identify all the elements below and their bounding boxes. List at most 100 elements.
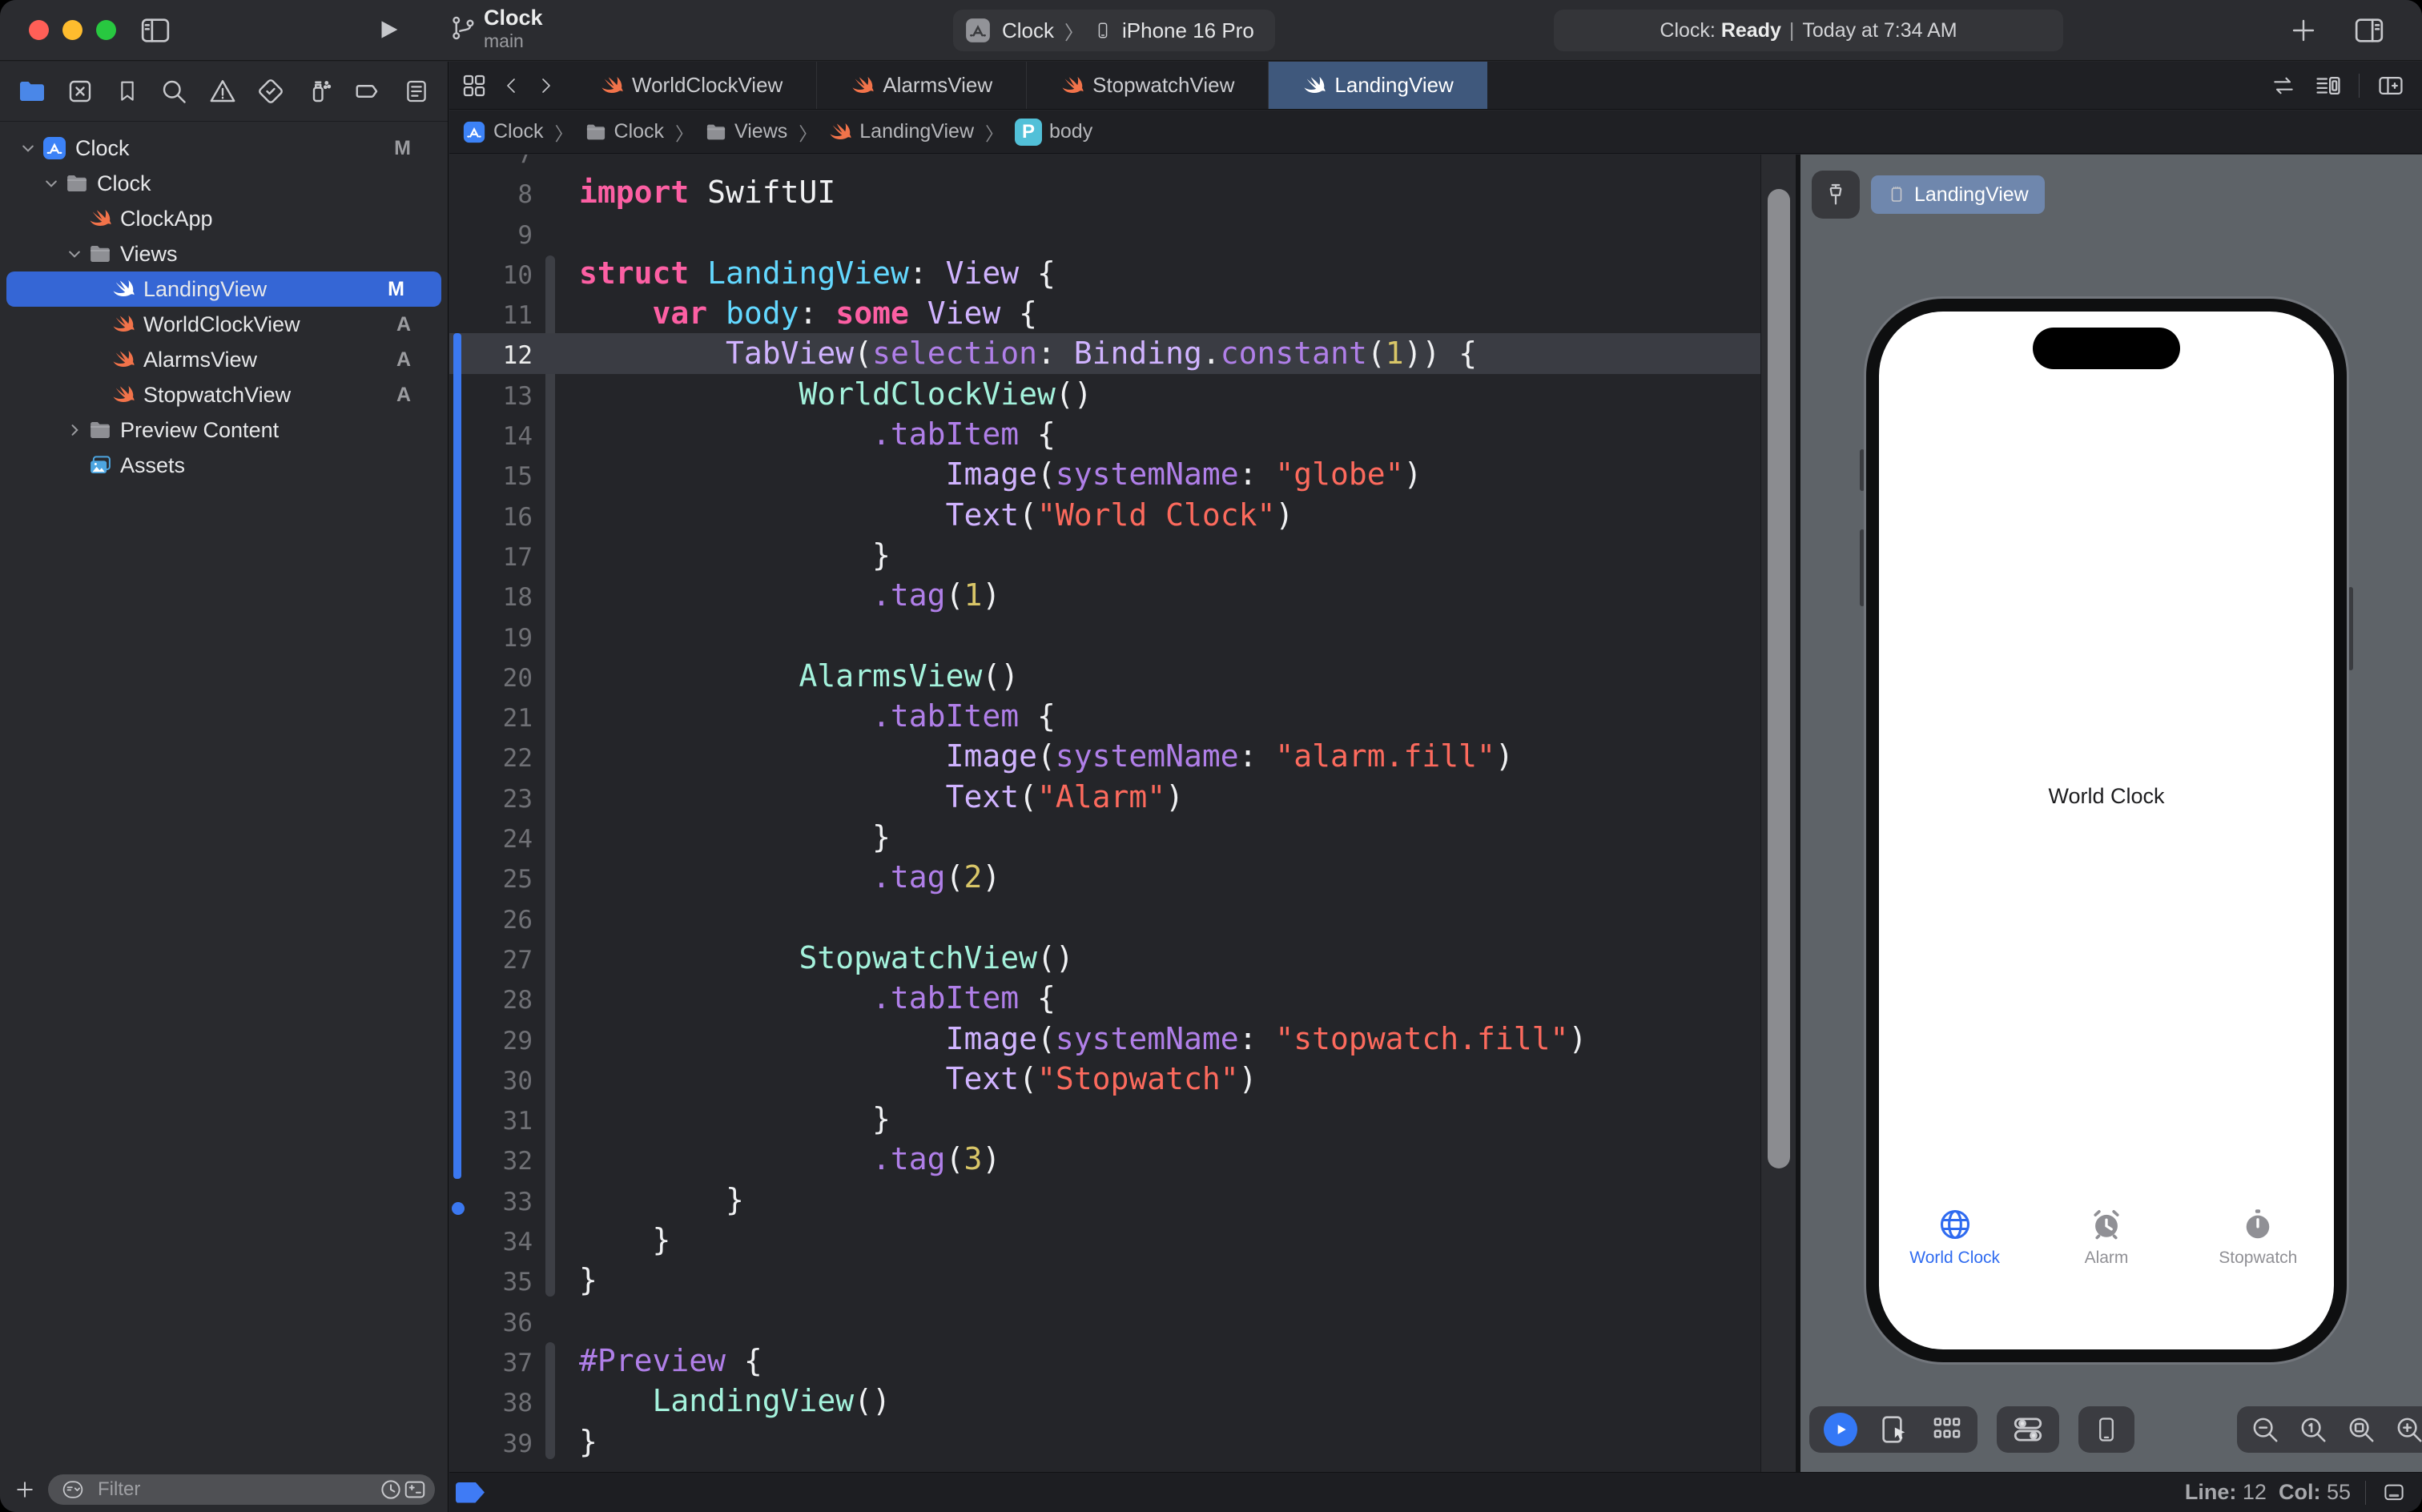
live-preview-play-icon[interactable] <box>1824 1413 1857 1446</box>
tree-item-clock[interactable]: Clock M <box>0 131 448 166</box>
breakpoints-icon[interactable] <box>353 77 384 106</box>
code-line-25[interactable]: 25 .tag(2) <box>449 857 1760 897</box>
code-line-40[interactable]: 40 <box>449 1462 1760 1472</box>
reports-icon[interactable] <box>403 77 430 106</box>
zoom-window-button[interactable] <box>96 20 116 40</box>
add-file-plus-icon[interactable] <box>13 1478 37 1502</box>
show-changes-icon[interactable] <box>403 1478 427 1502</box>
tree-item-worldclockview[interactable]: WorldClockView A <box>0 307 448 342</box>
zoom-fit-icon[interactable] <box>2346 1414 2376 1445</box>
breadcrumb-landingview[interactable]: LandingView <box>828 120 974 144</box>
zoom-100-icon[interactable] <box>2298 1414 2328 1445</box>
code-line-15[interactable]: 15 Image(systemName: "globe") <box>449 454 1760 494</box>
code-line-38[interactable]: 38 LandingView() <box>449 1381 1760 1421</box>
code-line-19[interactable]: 19 <box>449 616 1760 656</box>
project-navigator-icon[interactable] <box>18 77 46 106</box>
code-line-24[interactable]: 24 } <box>449 817 1760 857</box>
breadcrumb-clock[interactable]: Clock <box>585 120 664 143</box>
code-line-30[interactable]: 30 Text("Stopwatch") <box>449 1059 1760 1099</box>
code-line-10[interactable]: 10 struct LandingView: View { <box>449 253 1760 293</box>
code-line-37[interactable]: 37 #Preview { <box>449 1341 1760 1381</box>
tree-item-stopwatchview[interactable]: StopwatchView A <box>0 377 448 412</box>
add-editor-icon[interactable] <box>2376 72 2406 99</box>
code-line-11[interactable]: 11 var body: some View { <box>449 293 1760 333</box>
code-line-33[interactable]: 33 } <box>449 1180 1760 1220</box>
code-line-20[interactable]: 20 AlarmsView() <box>449 656 1760 696</box>
code-line-27[interactable]: 27 StopwatchView() <box>449 938 1760 978</box>
preview-target-chip[interactable]: LandingView <box>1871 175 2045 214</box>
iphone-screen[interactable]: World Clock World Clock Alarm Stopwatch <box>1879 312 2334 1349</box>
filter-input[interactable]: Filter <box>48 1474 435 1505</box>
zoom-in-icon[interactable] <box>2394 1414 2422 1445</box>
toggle-inspector-icon[interactable] <box>2353 14 2385 46</box>
code-line-22[interactable]: 22 Image(systemName: "alarm.fill") <box>449 736 1760 776</box>
editor-scrollbar-thumb[interactable] <box>1768 189 1790 1168</box>
source-changes-icon[interactable] <box>66 77 95 106</box>
device-settings-button[interactable] <box>1997 1406 2059 1453</box>
code-line-36[interactable]: 36 <box>449 1301 1760 1341</box>
related-items-grid-icon[interactable] <box>461 72 488 99</box>
disclosure-chevron[interactable] <box>64 246 85 262</box>
disclosure-chevron[interactable] <box>18 140 38 156</box>
phone-tab-alarm[interactable]: Alarm <box>2030 1207 2182 1303</box>
tree-item-preview-content[interactable]: Preview Content <box>0 412 448 448</box>
recent-files-clock-icon[interactable] <box>379 1478 403 1502</box>
phone-tab-stopwatch[interactable]: Stopwatch <box>2183 1207 2334 1303</box>
editor-scrollbar-track[interactable] <box>1760 155 1796 1472</box>
breadcrumb-clock[interactable]: Clock <box>462 120 544 144</box>
zoom-out-icon[interactable] <box>2250 1414 2280 1445</box>
code-line-23[interactable]: 23 Text("Alarm") <box>449 777 1760 817</box>
code-line-39[interactable]: 39} <box>449 1422 1760 1462</box>
code-line-7[interactable]: 7 <box>449 155 1760 172</box>
tree-item-clockapp[interactable]: ClockApp <box>0 201 448 236</box>
close-window-button[interactable] <box>29 20 49 40</box>
editor-tab-stopwatchview[interactable]: StopwatchView <box>1027 62 1269 109</box>
tree-item-alarmsview[interactable]: AlarmsView A <box>0 342 448 377</box>
code-line-26[interactable]: 26 <box>449 898 1760 938</box>
variants-grid-icon[interactable] <box>1931 1413 1963 1446</box>
preview-device-button[interactable] <box>2078 1406 2134 1453</box>
code-line-21[interactable]: 21 .tabItem { <box>449 696 1760 736</box>
minimize-window-button[interactable] <box>62 20 82 40</box>
code-line-17[interactable]: 17 } <box>449 535 1760 575</box>
debug-icon[interactable] <box>304 77 333 106</box>
toggle-navigator-icon[interactable] <box>138 14 173 46</box>
source-control-change-dot[interactable] <box>452 1202 465 1215</box>
code-line-18[interactable]: 18 .tag(1) <box>449 575 1760 615</box>
code-line-31[interactable]: 31 } <box>449 1099 1760 1139</box>
go-back-icon[interactable] <box>502 74 521 98</box>
tree-item-landingview[interactable]: LandingView M <box>6 271 441 307</box>
code-line-16[interactable]: 16 Text("World Clock") <box>449 495 1760 535</box>
code-line-9[interactable]: 9 <box>449 213 1760 253</box>
breadcrumb-views[interactable]: Views <box>705 120 787 143</box>
code-line-32[interactable]: 32 .tag(3) <box>449 1139 1760 1179</box>
code-line-8[interactable]: 8 import SwiftUI <box>449 172 1760 212</box>
code-line-35[interactable]: 35} <box>449 1260 1760 1300</box>
phone-tab-world-clock[interactable]: World Clock <box>1879 1207 2030 1303</box>
code-line-28[interactable]: 28 .tabItem { <box>449 978 1760 1018</box>
tree-item-assets[interactable]: Assets <box>0 448 448 483</box>
code-line-34[interactable]: 34 } <box>449 1220 1760 1260</box>
bookmarks-icon[interactable] <box>115 77 140 106</box>
scheme-target[interactable]: Clock <box>1002 18 1054 43</box>
editor-tab-landingview[interactable]: LandingView <box>1269 62 1487 109</box>
source-control-change-bar[interactable] <box>453 333 461 1179</box>
code-line-14[interactable]: 14 .tabItem { <box>449 414 1760 454</box>
selectable-preview-icon[interactable] <box>1878 1413 1910 1446</box>
tree-item-clock[interactable]: Clock <box>0 166 448 201</box>
issues-icon[interactable] <box>208 77 237 106</box>
go-forward-icon[interactable] <box>536 74 555 98</box>
pin-preview-button[interactable] <box>1812 171 1860 219</box>
editor-only-icon[interactable] <box>2380 1481 2408 1505</box>
run-button-icon[interactable] <box>375 16 402 43</box>
tree-item-views[interactable]: Views <box>0 236 448 271</box>
disclosure-chevron[interactable] <box>64 422 85 438</box>
editor-tab-alarmsview[interactable]: AlarmsView <box>817 62 1028 109</box>
breakpoint-indicator[interactable] <box>456 1482 485 1503</box>
code-review-icon[interactable] <box>2269 73 2298 99</box>
editor-tab-worldclockview[interactable]: WorldClockView <box>566 62 818 109</box>
library-plus-icon[interactable] <box>2289 16 2318 45</box>
find-icon[interactable] <box>159 77 188 106</box>
scheme-destination[interactable]: iPhone 16 Pro <box>1122 18 1254 43</box>
breadcrumb-body[interactable]: Pbody <box>1015 118 1092 146</box>
